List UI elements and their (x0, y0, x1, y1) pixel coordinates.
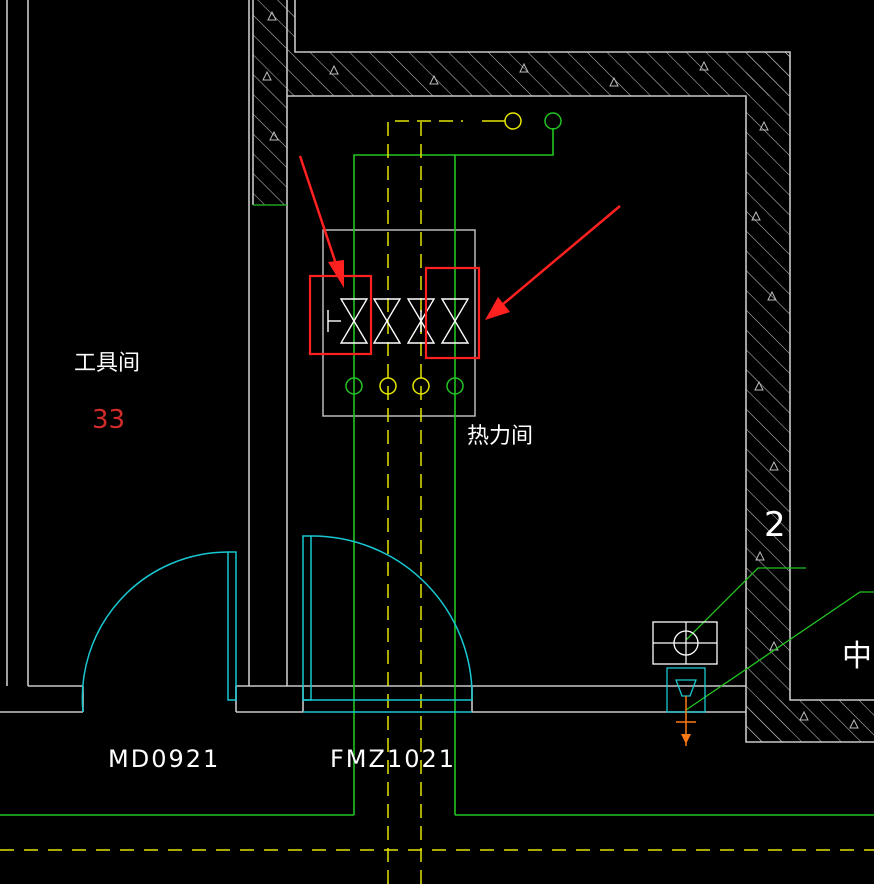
tool-room-name: 工具间 (74, 351, 140, 376)
valve-row (327, 298, 470, 344)
hatched-wall (253, 0, 874, 742)
pipe-end-icon (544, 112, 562, 130)
annotation-highlight (308, 266, 481, 360)
axis-mark: 2 (764, 505, 786, 545)
cad-drawing: 工具间 33 热力间 MD0921 FMZ1021 2 中 (0, 0, 874, 884)
door-tag-md0921: MD0921 (108, 745, 220, 773)
door-tag-fmz1021: FMZ1021 (330, 745, 456, 773)
partial-room-name: 中 (842, 639, 872, 674)
pipe-end-icon (504, 112, 522, 130)
heat-room-name: 热力间 (467, 424, 533, 449)
highlight-box-right (424, 266, 481, 360)
annotation-arrows (298, 155, 621, 320)
tool-room-number: 33 (92, 405, 125, 435)
drain-fitting (652, 621, 718, 746)
gate-valve-icon (327, 298, 369, 344)
arrow-head-icon (328, 260, 344, 288)
door-md0921 (81, 551, 237, 713)
gate-valve-icon (372, 298, 402, 344)
supply-pipe-left (353, 154, 455, 815)
